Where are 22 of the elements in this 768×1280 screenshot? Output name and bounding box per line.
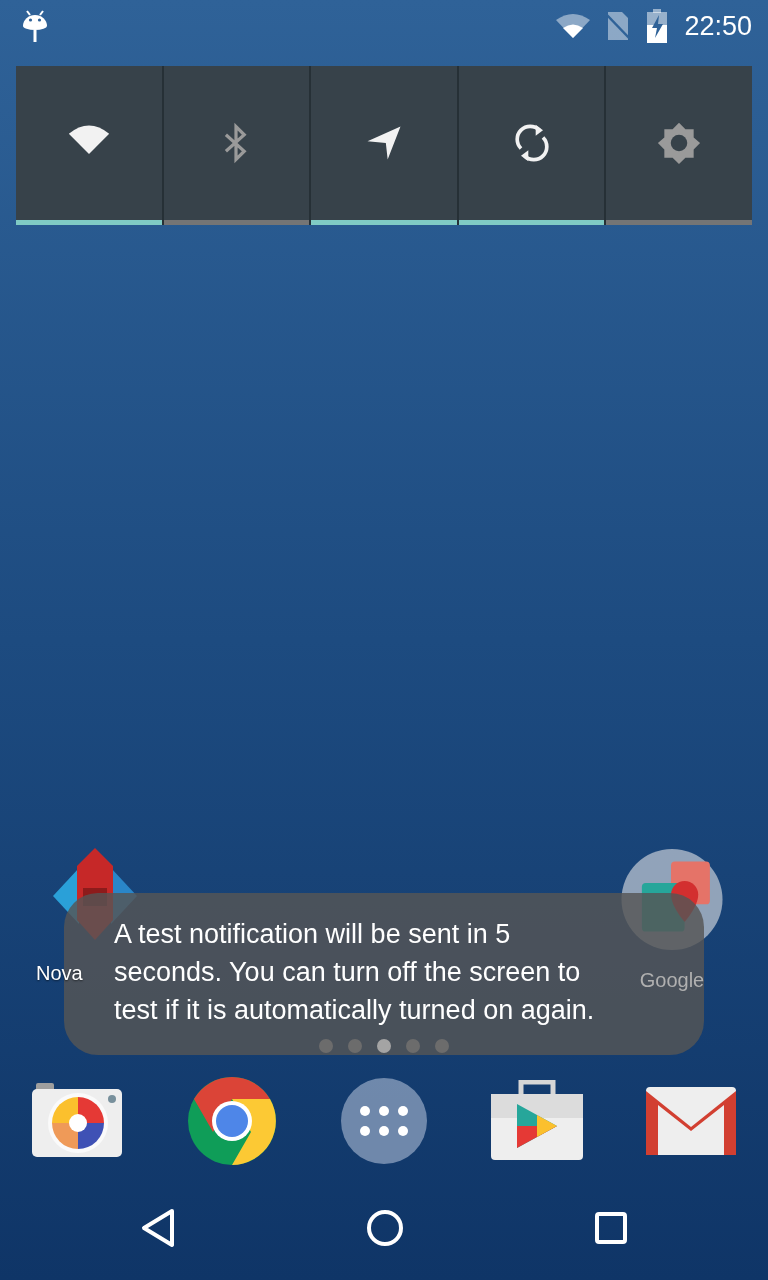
quick-setting-tile[interactable] <box>311 66 457 225</box>
app-drawer-button[interactable] <box>340 1077 428 1165</box>
wifi-icon <box>556 14 591 38</box>
quick-setting-tile[interactable] <box>458 66 605 225</box>
quick-setting-tile[interactable] <box>163 66 310 225</box>
toast-message: A test notification will be sent in 5 seconds. You can turn off the screen to test if it is automatically turned on again. <box>114 918 596 1027</box>
app-label[interactable]: Google <box>639 965 705 995</box>
camera-app-icon[interactable] <box>32 1083 124 1159</box>
recents-button[interactable] <box>594 1211 628 1245</box>
no-sim-icon <box>606 12 631 40</box>
back-button[interactable] <box>140 1208 176 1248</box>
android-icon <box>22 9 48 43</box>
quick-setting-tile[interactable] <box>606 66 752 225</box>
clock-time: 22:50 <box>684 9 752 43</box>
envelope-icon[interactable] <box>646 1087 736 1155</box>
browser-app-icon[interactable] <box>187 1076 277 1166</box>
quick-setting-tile[interactable] <box>16 66 162 225</box>
brightness-icon <box>657 120 702 165</box>
battery-icon <box>646 9 669 43</box>
home-button[interactable] <box>366 1209 404 1247</box>
app-label[interactable]: Nova <box>36 958 83 988</box>
shopping-bag-icon[interactable] <box>491 1080 583 1162</box>
